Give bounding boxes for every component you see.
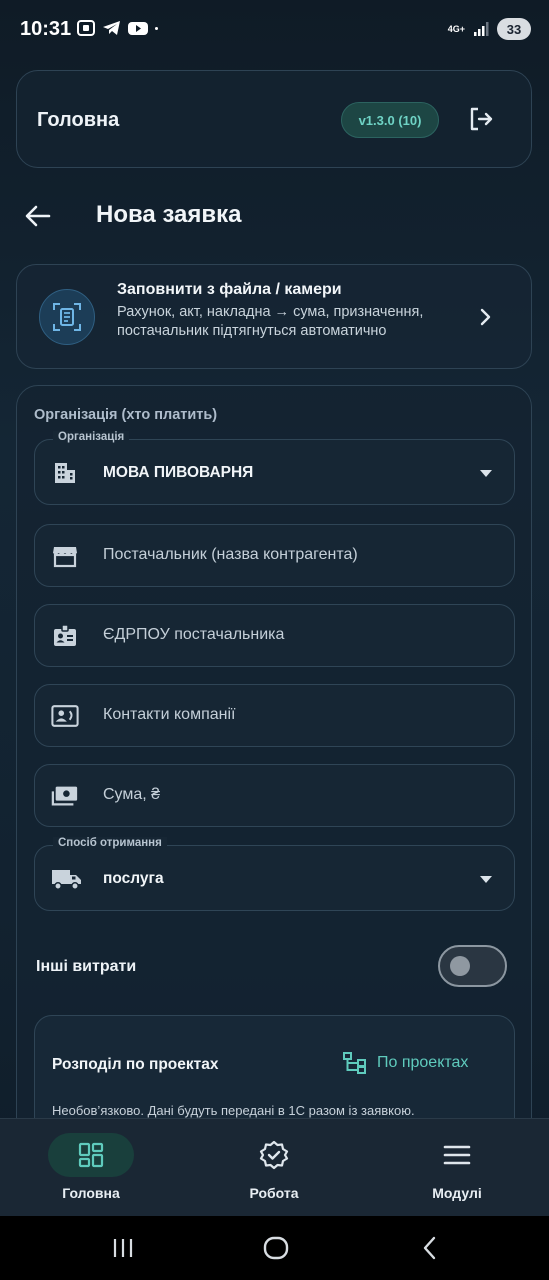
contact-card-icon bbox=[51, 703, 79, 729]
contacts-placeholder: Контакти компанії bbox=[103, 706, 236, 723]
header-title: Головна bbox=[37, 109, 120, 131]
screenshot-icon bbox=[77, 20, 95, 36]
toggle-knob bbox=[450, 956, 470, 976]
scan-icon-wrapper bbox=[39, 289, 95, 345]
chevron-left-icon bbox=[423, 1236, 436, 1260]
recent-apps-icon bbox=[113, 1239, 133, 1257]
back-button[interactable] bbox=[22, 200, 54, 232]
chevron-right-icon bbox=[480, 308, 491, 326]
notification-icons bbox=[76, 20, 164, 36]
receipt-method-value: послуга bbox=[103, 870, 164, 887]
dropdown-arrow-icon bbox=[480, 470, 492, 477]
logout-icon bbox=[470, 107, 493, 131]
system-back-button[interactable] bbox=[414, 1232, 446, 1264]
money-icon bbox=[51, 783, 79, 809]
system-navigation-bar bbox=[0, 1216, 549, 1280]
by-projects-label: По проектах bbox=[377, 1054, 469, 1071]
other-expenses-label: Інші витрати bbox=[36, 958, 137, 975]
receipt-method-select[interactable]: Спосіб отримання послуга bbox=[34, 837, 515, 911]
document-scan-icon bbox=[53, 303, 81, 331]
projects-note: Необов’язково. Дані будуть передані в 1С… bbox=[52, 1103, 415, 1118]
dot-icon bbox=[155, 27, 158, 30]
arrow-left-icon bbox=[25, 205, 51, 227]
contacts-input[interactable]: Контакти компанії bbox=[34, 684, 515, 747]
edrpou-placeholder: ЄДРПОУ постачальника bbox=[103, 626, 285, 643]
dashboard-icon bbox=[78, 1142, 104, 1168]
network-type: 4G+ bbox=[447, 23, 465, 34]
edrpou-input[interactable]: ЄДРПОУ постачальника bbox=[34, 604, 515, 667]
bottom-navigation: Головна Робота Модулі bbox=[0, 1118, 549, 1216]
projects-title: Розподіл по проектах bbox=[52, 1056, 219, 1073]
recent-apps-button[interactable] bbox=[107, 1232, 139, 1264]
version-badge: v1.3.0 (10) bbox=[341, 102, 439, 138]
youtube-icon bbox=[128, 22, 148, 35]
organization-section-label: Організація (хто платить) bbox=[34, 407, 218, 423]
nav-label-home: Головна bbox=[62, 1185, 120, 1201]
receipt-method-label: Спосіб отримання bbox=[53, 837, 167, 849]
status-time: 10:31 bbox=[20, 18, 72, 40]
building-icon bbox=[51, 460, 79, 486]
logout-button[interactable] bbox=[463, 99, 499, 139]
amount-placeholder: Сума, ₴ bbox=[103, 786, 161, 803]
header-card: Головна v1.3.0 (10) bbox=[16, 70, 532, 168]
truck-icon bbox=[51, 866, 83, 892]
other-expenses-toggle[interactable] bbox=[438, 945, 507, 987]
nav-item-work[interactable]: Робота bbox=[214, 1119, 334, 1217]
status-right: 4G+ 33 bbox=[448, 18, 531, 40]
by-projects-button[interactable]: По проектах bbox=[343, 1052, 468, 1074]
signal-icon bbox=[474, 22, 489, 36]
nav-label-work: Робота bbox=[249, 1185, 299, 1201]
fill-from-file-card[interactable]: Заповнити з файла / камери Рахунок, акт,… bbox=[16, 264, 532, 369]
organization-select[interactable]: Організація МОВА ПИВОВАРНЯ bbox=[34, 431, 515, 505]
fill-card-subtitle: Рахунок, акт, накладна → сума, призначен… bbox=[117, 304, 424, 339]
dropdown-arrow-icon bbox=[480, 876, 492, 883]
nav-label-modules: Модулі bbox=[432, 1185, 482, 1201]
verified-badge-icon bbox=[259, 1140, 289, 1170]
home-button[interactable] bbox=[260, 1232, 292, 1264]
nav-active-pill bbox=[48, 1133, 134, 1177]
nav-item-home[interactable]: Головна bbox=[31, 1119, 151, 1217]
status-bar: 10:31 4G+ 33 bbox=[0, 0, 549, 60]
amount-input[interactable]: Сума, ₴ bbox=[34, 764, 515, 827]
battery-indicator: 33 bbox=[497, 18, 531, 40]
fill-card-title: Заповнити з файла / камери bbox=[117, 281, 342, 298]
telegram-icon bbox=[103, 21, 120, 35]
hierarchy-icon bbox=[343, 1052, 366, 1074]
organization-value: МОВА ПИВОВАРНЯ bbox=[103, 464, 254, 481]
nav-pill bbox=[231, 1133, 317, 1177]
supplier-input[interactable]: Постачальник (назва контрагента) bbox=[34, 524, 515, 587]
home-circle-icon bbox=[263, 1236, 289, 1260]
store-icon bbox=[51, 543, 79, 569]
page-title: Нова заявка bbox=[96, 201, 242, 228]
supplier-placeholder: Постачальник (назва контрагента) bbox=[103, 546, 358, 563]
organization-label: Організація bbox=[53, 431, 130, 443]
id-badge-icon bbox=[51, 623, 79, 649]
nav-pill bbox=[414, 1133, 500, 1177]
nav-item-modules[interactable]: Модулі bbox=[397, 1119, 517, 1217]
menu-icon bbox=[443, 1145, 471, 1165]
